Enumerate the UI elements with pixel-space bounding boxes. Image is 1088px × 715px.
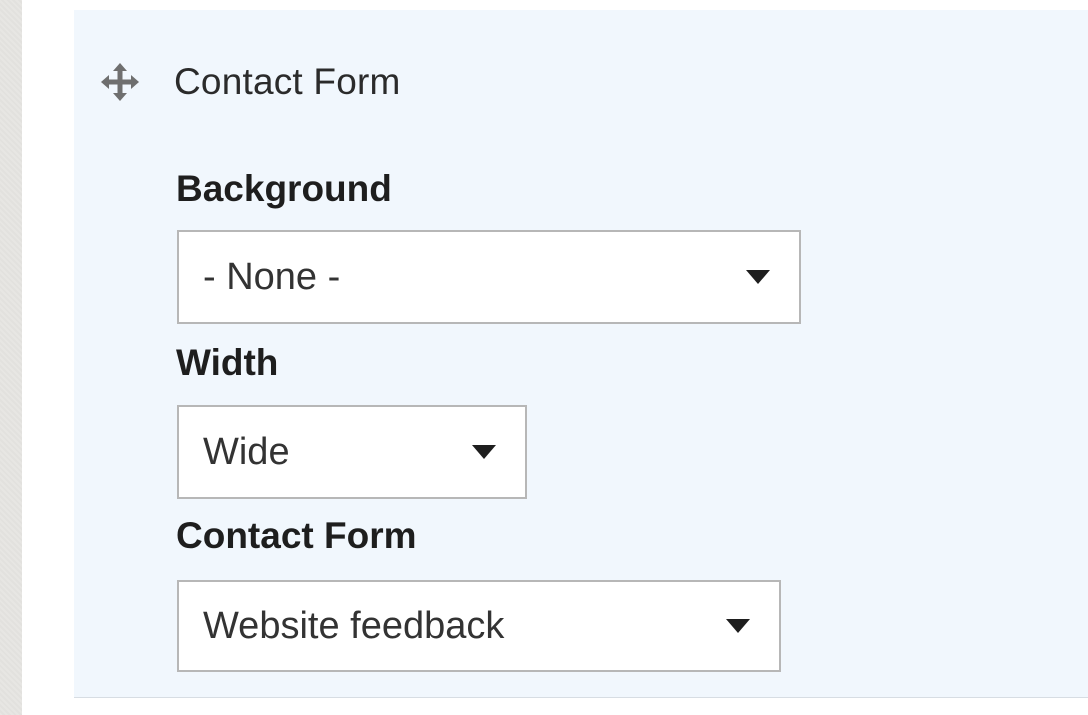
block-title: Contact Form (174, 61, 401, 102)
content-column: Contact Form Background - None - Width W… (22, 0, 1088, 715)
chevron-down-icon (471, 443, 497, 461)
background-label: Background (176, 168, 392, 209)
width-select-value: Wide (203, 430, 290, 473)
width-label: Width (176, 342, 279, 383)
width-select[interactable]: Wide (177, 405, 527, 499)
page-background: Contact Form Background - None - Width W… (0, 0, 1088, 715)
block-settings-panel: Contact Form Background - None - Width W… (74, 10, 1088, 698)
chevron-down-icon (725, 617, 751, 635)
contact-form-label: Contact Form (176, 515, 417, 556)
move-arrows-icon[interactable] (100, 62, 140, 102)
block-header: Contact Form (100, 61, 401, 102)
background-select-value: - None - (203, 255, 341, 298)
background-select[interactable]: - None - (177, 230, 801, 324)
contact-form-select[interactable]: Website feedback (177, 580, 781, 672)
chevron-down-icon (745, 268, 771, 286)
contact-form-select-value: Website feedback (203, 604, 505, 647)
